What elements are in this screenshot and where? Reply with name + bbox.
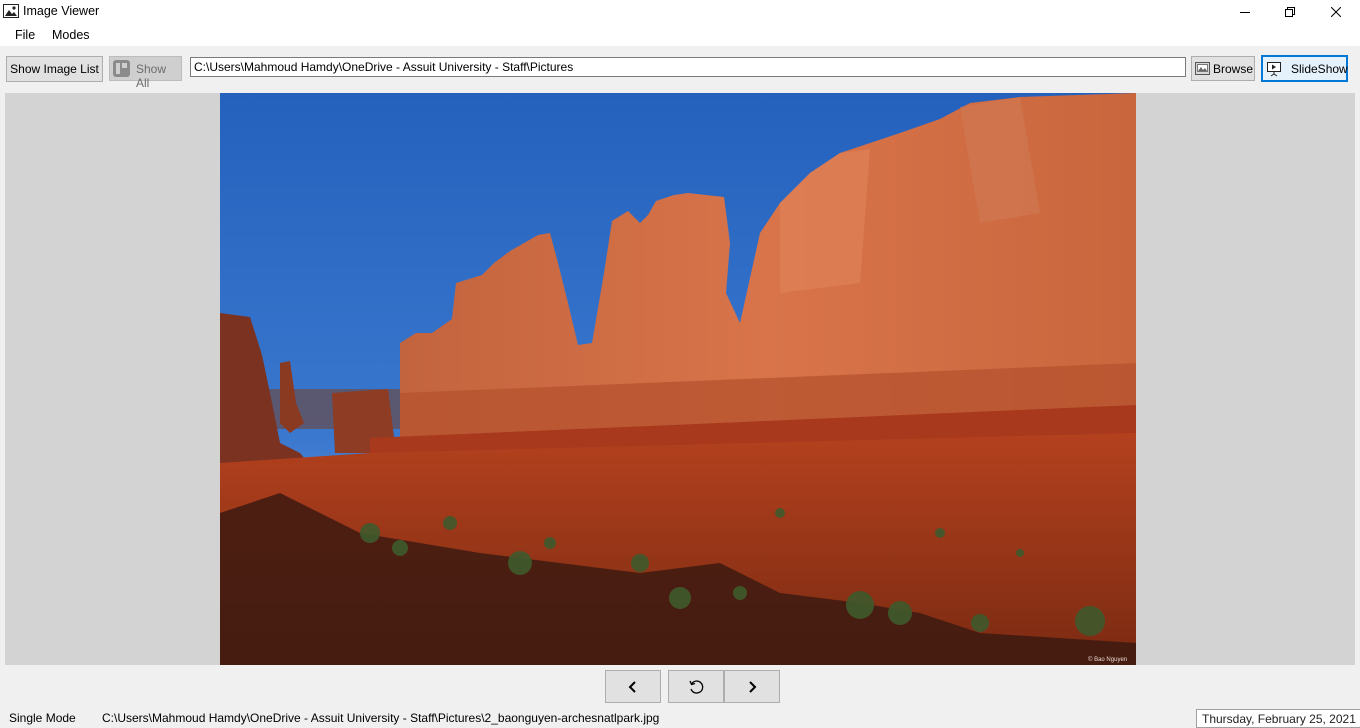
image-viewer-panel: © Bao Nguyen — [5, 93, 1355, 665]
folder-path-input[interactable] — [190, 57, 1186, 77]
slideshow-button[interactable]: SlideShow — [1261, 55, 1348, 82]
folder-image-icon — [1195, 62, 1210, 75]
restore-icon — [1285, 7, 1295, 17]
menu-modes[interactable]: Modes — [52, 27, 90, 43]
menu-bar: File Modes — [0, 24, 1360, 46]
current-file-path: C:\Users\Mahmoud Hamdy\OneDrive - Assuit… — [102, 711, 660, 725]
browse-button[interactable]: Browse — [1191, 56, 1255, 81]
show-all-button[interactable]: Show All — [109, 56, 182, 90]
toolbar: Show Image List Show All Browse SlideSho… — [0, 46, 1360, 90]
next-image-button[interactable] — [724, 670, 780, 703]
status-bar: Single Mode C:\Users\Mahmoud Hamdy\OneDr… — [0, 706, 1360, 728]
browse-label: Browse — [1213, 62, 1254, 76]
menu-file[interactable]: File — [15, 27, 35, 43]
slideshow-icon — [1267, 62, 1281, 77]
show-all-label: Show All — [136, 62, 167, 90]
title-bar: Image Viewer — [0, 0, 1360, 24]
displayed-image[interactable]: © Bao Nguyen — [220, 93, 1136, 665]
restore-button[interactable] — [1267, 0, 1313, 24]
minimize-button[interactable] — [1222, 0, 1268, 24]
show-image-list-button[interactable]: Show Image List — [6, 56, 103, 82]
photo-watermark: © Bao Nguyen — [1088, 656, 1127, 663]
previous-image-button[interactable] — [605, 670, 661, 703]
close-button[interactable] — [1313, 0, 1359, 24]
minimize-icon — [1240, 12, 1250, 13]
chevron-left-icon — [628, 680, 636, 693]
window-title: Image Viewer — [23, 4, 100, 18]
close-icon — [1331, 7, 1341, 17]
image-viewer-app-icon — [3, 4, 19, 18]
slideshow-label: SlideShow — [1291, 62, 1348, 76]
rotate-image-button[interactable] — [668, 670, 724, 703]
red-rock-canyon-photo: © Bao Nguyen — [220, 93, 1136, 665]
mode-status: Single Mode — [9, 711, 76, 725]
chevron-right-icon — [749, 680, 757, 693]
rotate-icon — [689, 679, 704, 694]
layout-grid-icon — [113, 60, 130, 77]
current-date: Thursday, February 25, 2021 — [1196, 709, 1360, 728]
